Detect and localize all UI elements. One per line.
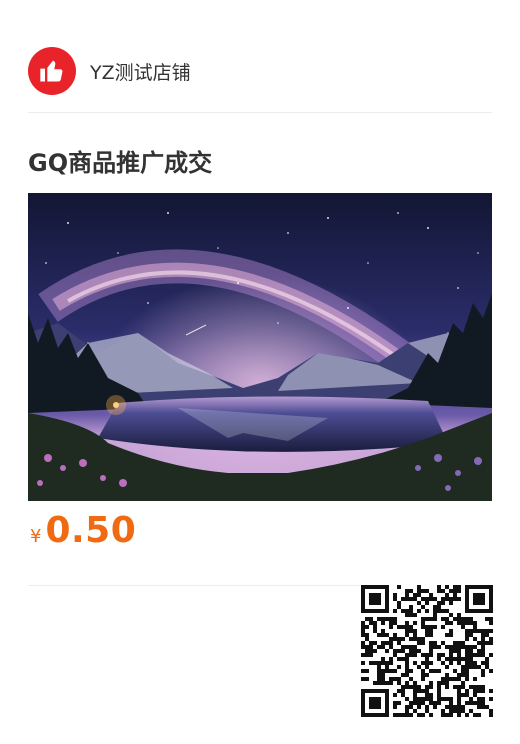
currency-symbol: ¥ (30, 526, 42, 547)
thumbs-up-icon (40, 60, 63, 82)
milky-way-mountain-lake-image (28, 193, 492, 501)
product-price: ¥ 0.50 (30, 510, 136, 551)
header-divider (28, 112, 492, 113)
product-image[interactable] (28, 193, 492, 501)
product-title: GQ商品推广成交 (28, 149, 213, 177)
shop-logo[interactable] (28, 47, 76, 95)
qr-code-icon[interactable] (361, 585, 493, 717)
price-value: 0.50 (45, 510, 137, 551)
shop-name[interactable]: YZ测试店铺 (90, 58, 191, 85)
shop-header: YZ测试店铺 (28, 46, 492, 96)
